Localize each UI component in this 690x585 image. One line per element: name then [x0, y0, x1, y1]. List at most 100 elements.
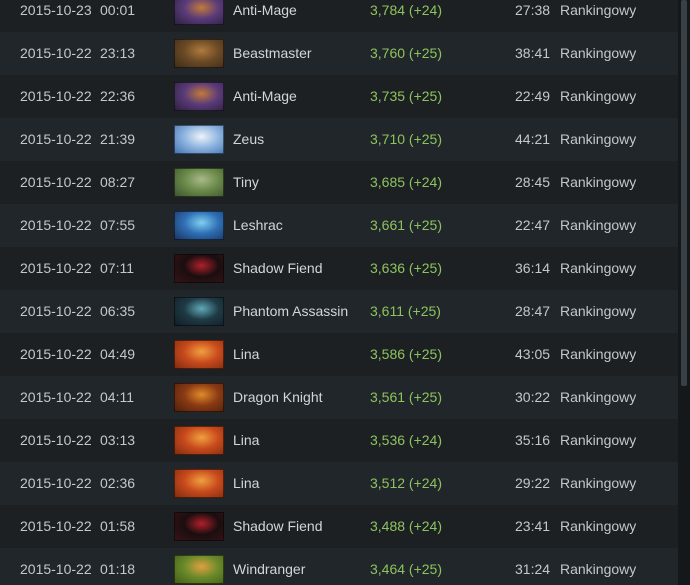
mmr-value: 3,512 (+24)	[370, 475, 442, 491]
lobby-type: Rankingowy	[560, 389, 637, 405]
match-time: 04:49	[100, 346, 136, 362]
zeus-portrait	[174, 125, 224, 154]
match-row[interactable]: 2015-10-22 23:13 Beastmaster 3,760 (+25) 38:…	[0, 32, 678, 75]
hero-name: Lina	[233, 475, 260, 491]
match-row[interactable]: 2015-10-22 07:55 Leshrac 3,661 (+25) 22:47 Ra…	[0, 204, 678, 247]
lobby-type: Rankingowy	[560, 217, 637, 233]
mmr-value: 3,464 (+25)	[370, 561, 442, 577]
match-duration: 44:21	[515, 131, 551, 147]
lina-portrait	[174, 340, 224, 369]
match-duration: 36:14	[515, 260, 551, 276]
lobby-type: Rankingowy	[560, 432, 637, 448]
match-time: 01:58	[100, 518, 136, 534]
mmr-value: 3,760 (+25)	[370, 45, 442, 61]
match-row[interactable]: 2015-10-22 04:11 Dragon Knight 3,561 (+25) 3…	[0, 376, 678, 419]
shadow-fiend-portrait	[174, 254, 224, 283]
hero-name: Shadow Fiend	[233, 260, 323, 276]
anti-mage-portrait	[174, 0, 224, 25]
match-time: 02:36	[100, 475, 136, 491]
match-time: 07:55	[100, 217, 136, 233]
match-date: 2015-10-22	[20, 303, 92, 319]
mmr-value: 3,636 (+25)	[370, 260, 442, 276]
mmr-value: 3,735 (+25)	[370, 88, 442, 104]
lobby-type: Rankingowy	[560, 561, 637, 577]
lobby-type: Rankingowy	[560, 475, 637, 491]
windranger-portrait	[174, 555, 224, 584]
match-row[interactable]: 2015-10-22 08:27 Tiny 3,685 (+24) 28:45 Ranki…	[0, 161, 678, 204]
match-date: 2015-10-22	[20, 131, 92, 147]
match-duration: 28:45	[515, 174, 551, 190]
match-row[interactable]: 2015-10-22 01:18 Windranger 3,464 (+25) 31:2…	[0, 548, 678, 585]
hero-name: Zeus	[233, 131, 265, 147]
anti-mage-portrait	[174, 82, 224, 111]
match-duration: 27:38	[515, 2, 551, 18]
mmr-value: 3,561 (+25)	[370, 389, 442, 405]
match-time: 01:18	[100, 561, 136, 577]
hero-name: Leshrac	[233, 217, 283, 233]
phantom-assassin-portrait	[174, 297, 224, 326]
match-row[interactable]: 2015-10-22 07:11 Shadow Fiend 3,636 (+25) 36…	[0, 247, 678, 290]
match-row[interactable]: 2015-10-22 22:36 Anti-Mage 3,735 (+25) 22:49…	[0, 75, 678, 118]
match-duration: 30:22	[515, 389, 551, 405]
match-time: 22:36	[100, 88, 136, 104]
match-time: 04:11	[100, 389, 134, 405]
lobby-type: Rankingowy	[560, 174, 637, 190]
match-row[interactable]: 2015-10-22 03:13 Lina 3,536 (+24) 35:16 Ranki…	[0, 419, 678, 462]
match-time: 03:13	[100, 432, 136, 448]
lina-portrait	[174, 469, 224, 498]
leshrac-portrait	[174, 211, 224, 240]
scrollbar-thumb[interactable]	[681, 0, 687, 386]
match-row[interactable]: 2015-10-22 02:36 Lina 3,512 (+24) 29:22 Ranki…	[0, 462, 678, 505]
match-duration: 29:22	[515, 475, 551, 491]
shadow-fiend-portrait	[174, 512, 224, 541]
match-date: 2015-10-22	[20, 518, 92, 534]
hero-name: Windranger	[233, 561, 306, 577]
match-date: 2015-10-22	[20, 260, 92, 276]
beastmaster-portrait	[174, 39, 224, 68]
lina-portrait	[174, 426, 224, 455]
mmr-value: 3,586 (+25)	[370, 346, 442, 362]
hero-name: Anti-Mage	[233, 88, 297, 104]
match-date: 2015-10-22	[20, 561, 92, 577]
match-date: 2015-10-22	[20, 174, 92, 190]
match-list: 2015-10-23 00:01 Anti-Mage 3,784 (+24) 27:38…	[0, 0, 678, 585]
mmr-value: 3,685 (+24)	[370, 174, 442, 190]
mmr-value: 3,488 (+24)	[370, 518, 442, 534]
match-date: 2015-10-22	[20, 217, 92, 233]
hero-name: Lina	[233, 346, 260, 362]
match-row[interactable]: 2015-10-22 01:58 Shadow Fiend 3,488 (+24) 23…	[0, 505, 678, 548]
match-row[interactable]: 2015-10-22 21:39 Zeus 3,710 (+25) 44:21 Ranki…	[0, 118, 678, 161]
mmr-value: 3,611 (+25)	[370, 303, 441, 319]
hero-name: Beastmaster	[233, 45, 312, 61]
match-time: 06:35	[100, 303, 136, 319]
dragon-knight-portrait	[174, 383, 224, 412]
match-time: 08:27	[100, 174, 136, 190]
mmr-value: 3,784 (+24)	[370, 2, 442, 18]
match-date: 2015-10-22	[20, 432, 92, 448]
match-duration: 38:41	[515, 45, 551, 61]
hero-name: Phantom Assassin	[233, 303, 349, 319]
hero-name: Shadow Fiend	[233, 518, 323, 534]
match-date: 2015-10-22	[20, 389, 92, 405]
match-duration: 28:47	[515, 303, 551, 319]
match-history-panel: 2015-10-23 00:01 Anti-Mage 3,784 (+24) 27:38…	[0, 0, 690, 585]
match-duration: 23:41	[515, 518, 551, 534]
match-row[interactable]: 2015-10-22 06:35 Phantom Assassin 3,611 (+2…	[0, 290, 678, 333]
match-duration: 22:49	[515, 88, 551, 104]
hero-name: Tiny	[233, 174, 259, 190]
tiny-portrait	[174, 168, 224, 197]
match-duration: 43:05	[515, 346, 551, 362]
lobby-type: Rankingowy	[560, 303, 637, 319]
lobby-type: Rankingowy	[560, 518, 637, 534]
lobby-type: Rankingowy	[560, 45, 637, 61]
mmr-value: 3,661 (+25)	[370, 217, 442, 233]
match-date: 2015-10-22	[20, 88, 92, 104]
mmr-value: 3,536 (+24)	[370, 432, 442, 448]
match-date: 2015-10-22	[20, 45, 92, 61]
match-row[interactable]: 2015-10-23 00:01 Anti-Mage 3,784 (+24) 27:38…	[0, 0, 678, 32]
lobby-type: Rankingowy	[560, 346, 637, 362]
lobby-type: Rankingowy	[560, 88, 637, 104]
match-row[interactable]: 2015-10-22 04:49 Lina 3,586 (+25) 43:05 Ranki…	[0, 333, 678, 376]
match-time: 00:01	[100, 2, 136, 18]
match-duration: 22:47	[515, 217, 551, 233]
